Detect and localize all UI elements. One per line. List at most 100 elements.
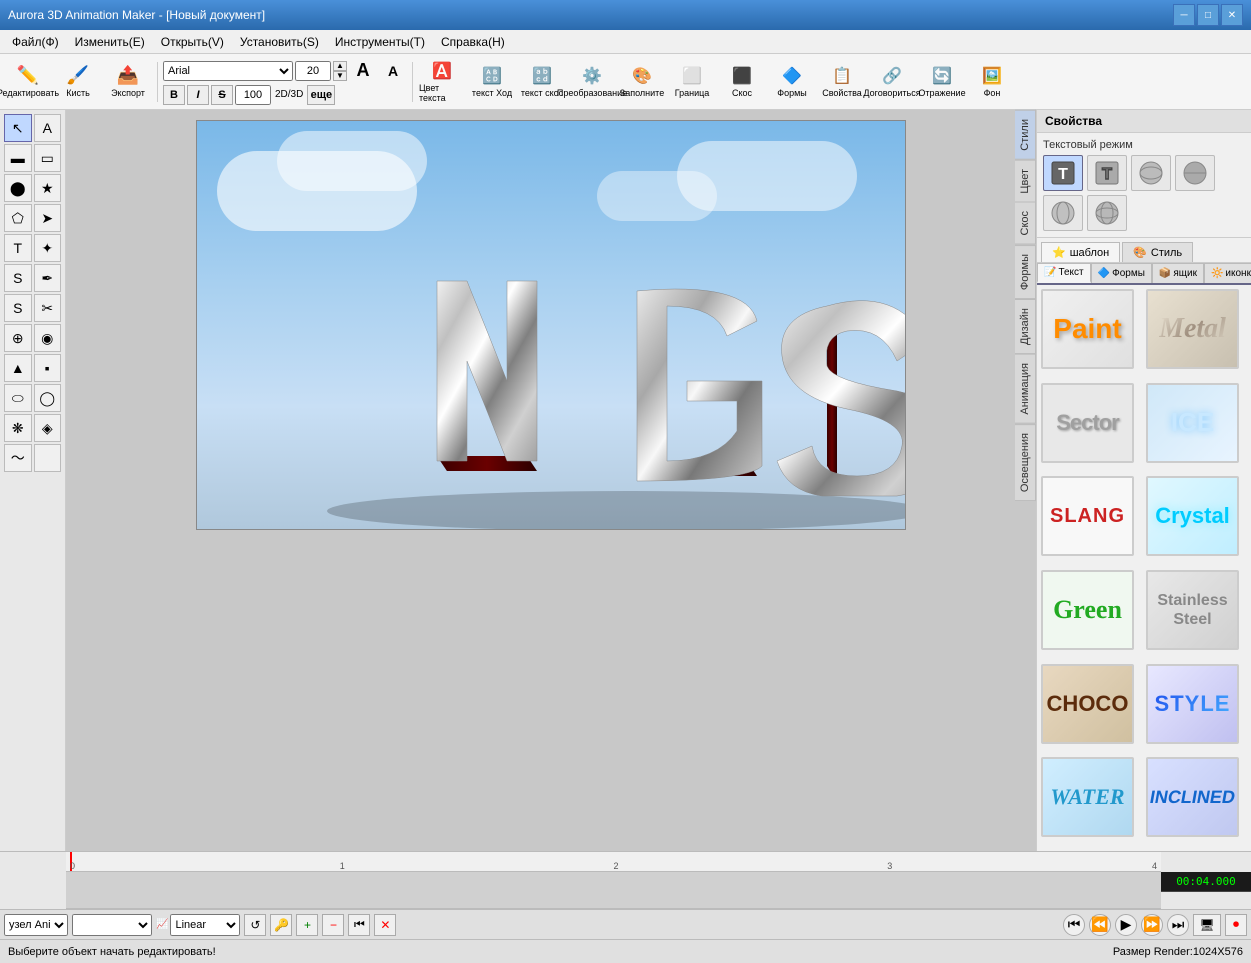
style-steel[interactable]: Stainless Steel (1146, 570, 1239, 650)
node-select[interactable]: узел Ani (4, 914, 68, 936)
strikethrough-button[interactable]: S (211, 85, 233, 105)
italic-button[interactable]: I (187, 85, 209, 105)
style-choco[interactable]: CHOCO (1041, 664, 1134, 744)
s2-tool[interactable]: S (4, 294, 32, 322)
tool-8b[interactable]: ◉ (34, 324, 62, 352)
background-button[interactable]: 🖼️ Фон (968, 57, 1016, 107)
style-style[interactable]: STYLE (1146, 664, 1239, 744)
sub-tab-text[interactable]: 📝 Текст (1037, 263, 1091, 283)
shape5-tool[interactable]: ◈ (34, 414, 62, 442)
shapes-button[interactable]: 🔷 Формы (768, 57, 816, 107)
text-tool[interactable]: A (34, 114, 62, 142)
export-button[interactable]: 📤 Экспорт (104, 57, 152, 107)
font-percent-input[interactable] (235, 85, 271, 105)
interp-select[interactable] (72, 914, 152, 936)
style-water[interactable]: WATER (1041, 757, 1134, 837)
menu-edit[interactable]: Изменить(Е) (67, 33, 153, 51)
play-button[interactable]: ▶ (1115, 914, 1137, 936)
monitor-button[interactable]: 🖥 (1193, 914, 1221, 936)
edit-button[interactable]: ✏️ Редактировать (4, 57, 52, 107)
minimize-button[interactable]: ─ (1173, 4, 1195, 26)
play-prev-button[interactable]: ⏪ (1089, 914, 1111, 936)
text-walk-button[interactable]: 🔠 текст Ход (468, 57, 516, 107)
vpanel-shapes[interactable]: Формы (1015, 245, 1036, 299)
font-size-down[interactable]: ▼ (333, 71, 347, 81)
style-inclined[interactable]: INCLINED (1146, 757, 1239, 837)
play-next-button[interactable]: ⏩ (1141, 914, 1163, 936)
text-t-tool[interactable]: T (4, 234, 32, 262)
menu-help[interactable]: Справка(Н) (433, 33, 513, 51)
text-size-large-button[interactable]: A (349, 59, 377, 83)
triangle-tool[interactable]: ▲ (4, 354, 32, 382)
menu-open[interactable]: Открыть(V) (153, 33, 232, 51)
ellipse-tool[interactable]: ⬭ (4, 384, 32, 412)
record-button[interactable]: ⏺ (1225, 914, 1247, 936)
skew-button[interactable]: ⬛ Скос (718, 57, 766, 107)
more-button[interactable]: еще (307, 85, 335, 105)
select-tool[interactable]: ↖ (4, 114, 32, 142)
play-end-button[interactable]: ⏭ (1167, 914, 1189, 936)
remove-key-button[interactable]: − (322, 914, 344, 936)
style-slang[interactable]: SLANG (1041, 476, 1134, 556)
star-tool[interactable]: ★ (34, 174, 62, 202)
menu-setup[interactable]: Установить(S) (232, 33, 327, 51)
vpanel-animation[interactable]: Анимация (1015, 354, 1036, 424)
bold-button[interactable]: B (163, 85, 185, 105)
style-metal[interactable]: Metal (1146, 289, 1239, 369)
brush-button[interactable]: 🖌️ Кисть (54, 57, 102, 107)
tool-7b[interactable]: ✂ (34, 294, 62, 322)
text-size-small-button[interactable]: A (379, 59, 407, 83)
menu-tools[interactable]: Инструменты(Т) (327, 33, 433, 51)
rect2-tool[interactable]: ▪ (34, 354, 62, 382)
add-key-button[interactable]: + (296, 914, 318, 936)
mode-sphere4[interactable] (1087, 195, 1127, 231)
shape3-tool[interactable]: ◯ (34, 384, 62, 412)
sub-tab-box[interactable]: 📦 ящик (1152, 263, 1204, 283)
properties-button[interactable]: 📋 Свойства (818, 57, 866, 107)
interp-type-select[interactable]: Linear (170, 914, 240, 936)
style-sector[interactable]: Sector (1041, 383, 1134, 463)
style-tab[interactable]: 🎨 Стиль (1122, 242, 1193, 262)
mode-sphere2[interactable] (1175, 155, 1215, 191)
play-start-button[interactable]: ⏮ (1063, 914, 1085, 936)
text-skew-button[interactable]: 🔡 текст скос (518, 57, 566, 107)
close-button[interactable]: ✕ (1221, 4, 1243, 26)
tool-8a[interactable]: ⊕ (4, 324, 32, 352)
arrow-tool[interactable]: ➤ (34, 204, 62, 232)
wave-tool[interactable]: 〜 (4, 444, 32, 472)
font-size-up[interactable]: ▲ (333, 61, 347, 71)
transform-button[interactable]: ⚙️ Преобразование (568, 57, 616, 107)
mode-outline[interactable]: T (1087, 155, 1127, 191)
canvas-area[interactable] (66, 110, 1036, 851)
circle-tool[interactable]: ⬤ (4, 174, 32, 202)
style-green[interactable]: Green (1041, 570, 1134, 650)
vpanel-skew[interactable]: Скос (1015, 202, 1036, 245)
mode-normal[interactable]: T (1043, 155, 1083, 191)
border-button[interactable]: ⬜ Граница (668, 57, 716, 107)
font-family-select[interactable]: Arial Times New Roman Verdana (163, 61, 293, 81)
text-color-button[interactable]: 🅰️ Цвет текста (418, 57, 466, 107)
s-tool[interactable]: S (4, 264, 32, 292)
round-rect-tool[interactable]: ▭ (34, 144, 62, 172)
vpanel-styles[interactable]: Стили (1015, 110, 1036, 160)
sub-tab-icon[interactable]: 🔆 иконка (1204, 263, 1251, 283)
vpanel-design[interactable]: Дизайн (1015, 299, 1036, 354)
fill-button[interactable]: 🎨 Заполните (618, 57, 666, 107)
reflection-button[interactable]: 🔄 Отражение (918, 57, 966, 107)
rect-tool[interactable]: ▬ (4, 144, 32, 172)
shape4-tool[interactable]: ❋ (4, 414, 32, 442)
vpanel-color[interactable]: Цвет (1015, 160, 1036, 203)
style-crystal[interactable]: Crystal (1146, 476, 1239, 556)
sub-tab-forms[interactable]: 🔷 Формы (1091, 263, 1152, 283)
maximize-button[interactable]: □ (1197, 4, 1219, 26)
timeline-track[interactable]: 00:04.000 (66, 872, 1161, 909)
vpanel-lighting[interactable]: Освещения (1015, 424, 1036, 501)
blank-tool[interactable] (34, 444, 62, 472)
menu-file[interactable]: Файл(Ф) (4, 33, 67, 51)
font-size-input[interactable] (295, 61, 331, 81)
style-paint[interactable]: Paint (1041, 289, 1134, 369)
refresh-button[interactable]: ↺ (244, 914, 266, 936)
style-ice[interactable]: ICE (1146, 383, 1239, 463)
keyframe-button[interactable]: 🔑 (270, 914, 292, 936)
canvas[interactable] (196, 120, 906, 530)
